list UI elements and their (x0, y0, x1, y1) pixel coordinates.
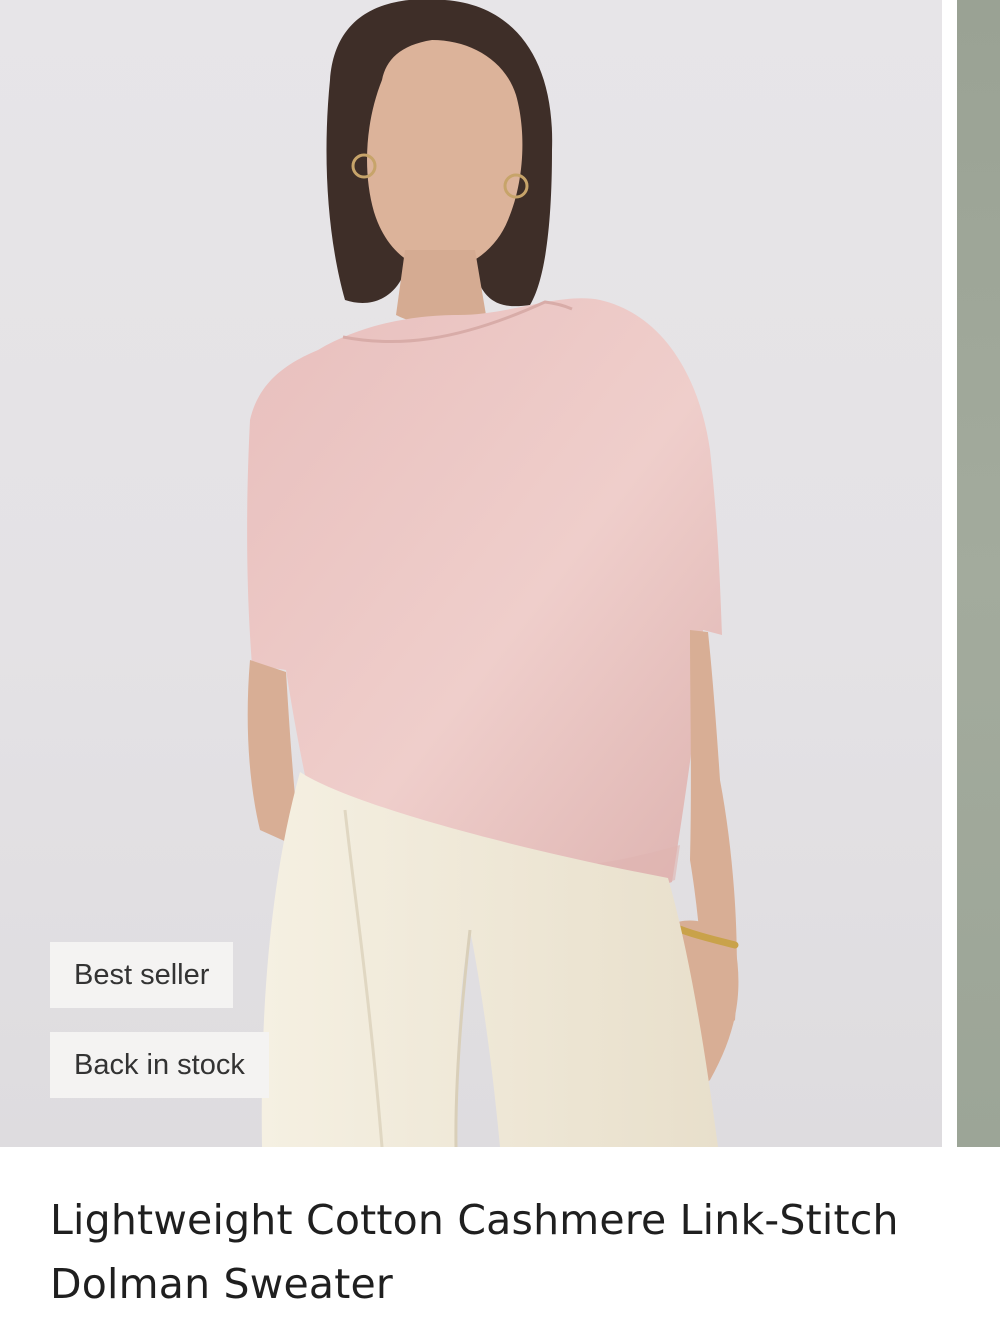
face-shape (367, 40, 523, 270)
next-product-image-preview[interactable] (957, 0, 1000, 1147)
neck-shape (396, 250, 486, 325)
product-title-link[interactable]: Lightweight Cotton Cashmere Link-Stitch … (50, 1188, 980, 1316)
product-image[interactable]: Best seller Back in stock (0, 0, 942, 1147)
product-card[interactable]: Best seller Back in stock Lightweight Co… (0, 0, 1000, 1333)
best-seller-badge-label: Best seller (74, 958, 210, 991)
back-in-stock-badge: Back in stock (50, 1032, 269, 1098)
back-in-stock-badge-label: Back in stock (74, 1048, 245, 1081)
best-seller-badge: Best seller (50, 942, 234, 1008)
